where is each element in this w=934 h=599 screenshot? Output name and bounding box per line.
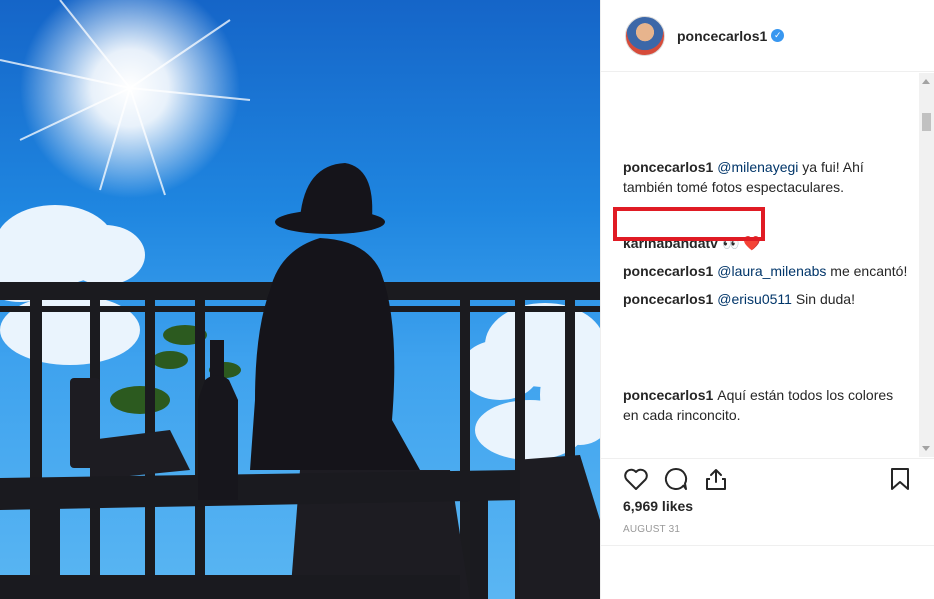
- photo-scene: [0, 0, 600, 599]
- post-date[interactable]: AUGUST 31: [623, 524, 680, 535]
- post-sidebar: poncecarlos1 ✓ poncecarlos1 @milenayegi y…: [600, 0, 934, 599]
- post-photo[interactable]: [0, 0, 600, 599]
- clouds-right: [460, 303, 600, 460]
- bookmark-icon[interactable]: [889, 467, 911, 491]
- comment-username[interactable]: poncecarlos1: [623, 263, 713, 279]
- action-bar: [601, 458, 934, 498]
- divider: [601, 545, 934, 546]
- comment-blurred: [623, 205, 911, 225]
- post-header: poncecarlos1 ✓: [601, 0, 934, 72]
- comment-username[interactable]: poncecarlos1: [623, 159, 713, 175]
- comment: poncecarlos1 @erisu0511 Sin duda!: [623, 289, 911, 309]
- comments-list[interactable]: poncecarlos1 @milenayegi ya fui! Ahí tamb…: [601, 73, 934, 457]
- comment-username[interactable]: poncecarlos1: [623, 291, 713, 307]
- comment-blurred: [623, 317, 911, 377]
- comment-username[interactable]: karinabandatv: [623, 235, 718, 251]
- comment-username[interactable]: poncecarlos1: [623, 387, 713, 403]
- comment-mention[interactable]: @erisu0511: [717, 291, 792, 307]
- comments-scrollbar[interactable]: [919, 73, 934, 457]
- share-upload-icon[interactable]: [703, 467, 729, 491]
- comment: poncecarlos1 @laura_milenabs me encantó!: [623, 261, 911, 281]
- comment-text: me encantó!: [826, 263, 908, 279]
- scroll-up-arrow-icon[interactable]: [922, 79, 930, 84]
- comment: poncecarlos1 Aquí están todos los colores…: [623, 385, 911, 425]
- comment-highlighted: karinabandatv 👀 ❤️: [623, 233, 911, 253]
- avatar[interactable]: [625, 15, 665, 56]
- comment-blurred: [623, 89, 911, 149]
- comment-text: 👀 ❤️: [721, 235, 761, 251]
- comment-bubble-icon[interactable]: [663, 467, 689, 491]
- comment-blurred: [623, 433, 911, 457]
- heart-icon[interactable]: [623, 467, 649, 491]
- comment-text: Sin duda!: [791, 291, 855, 307]
- author-username[interactable]: poncecarlos1: [677, 28, 767, 44]
- comment-mention[interactable]: @milenayegi: [717, 159, 798, 175]
- verified-badge-icon: ✓: [771, 29, 785, 42]
- likes-count[interactable]: 6,969 likes: [623, 498, 693, 514]
- woman-silhouette: [250, 163, 420, 470]
- comment-blurred: [623, 73, 911, 81]
- comment: poncecarlos1 @milenayegi ya fui! Ahí tamb…: [623, 157, 911, 197]
- sun: [20, 0, 240, 198]
- scrollbar-thumb[interactable]: [922, 113, 931, 131]
- scroll-down-arrow-icon[interactable]: [922, 446, 930, 451]
- comment-mention[interactable]: @laura_milenabs: [717, 263, 826, 279]
